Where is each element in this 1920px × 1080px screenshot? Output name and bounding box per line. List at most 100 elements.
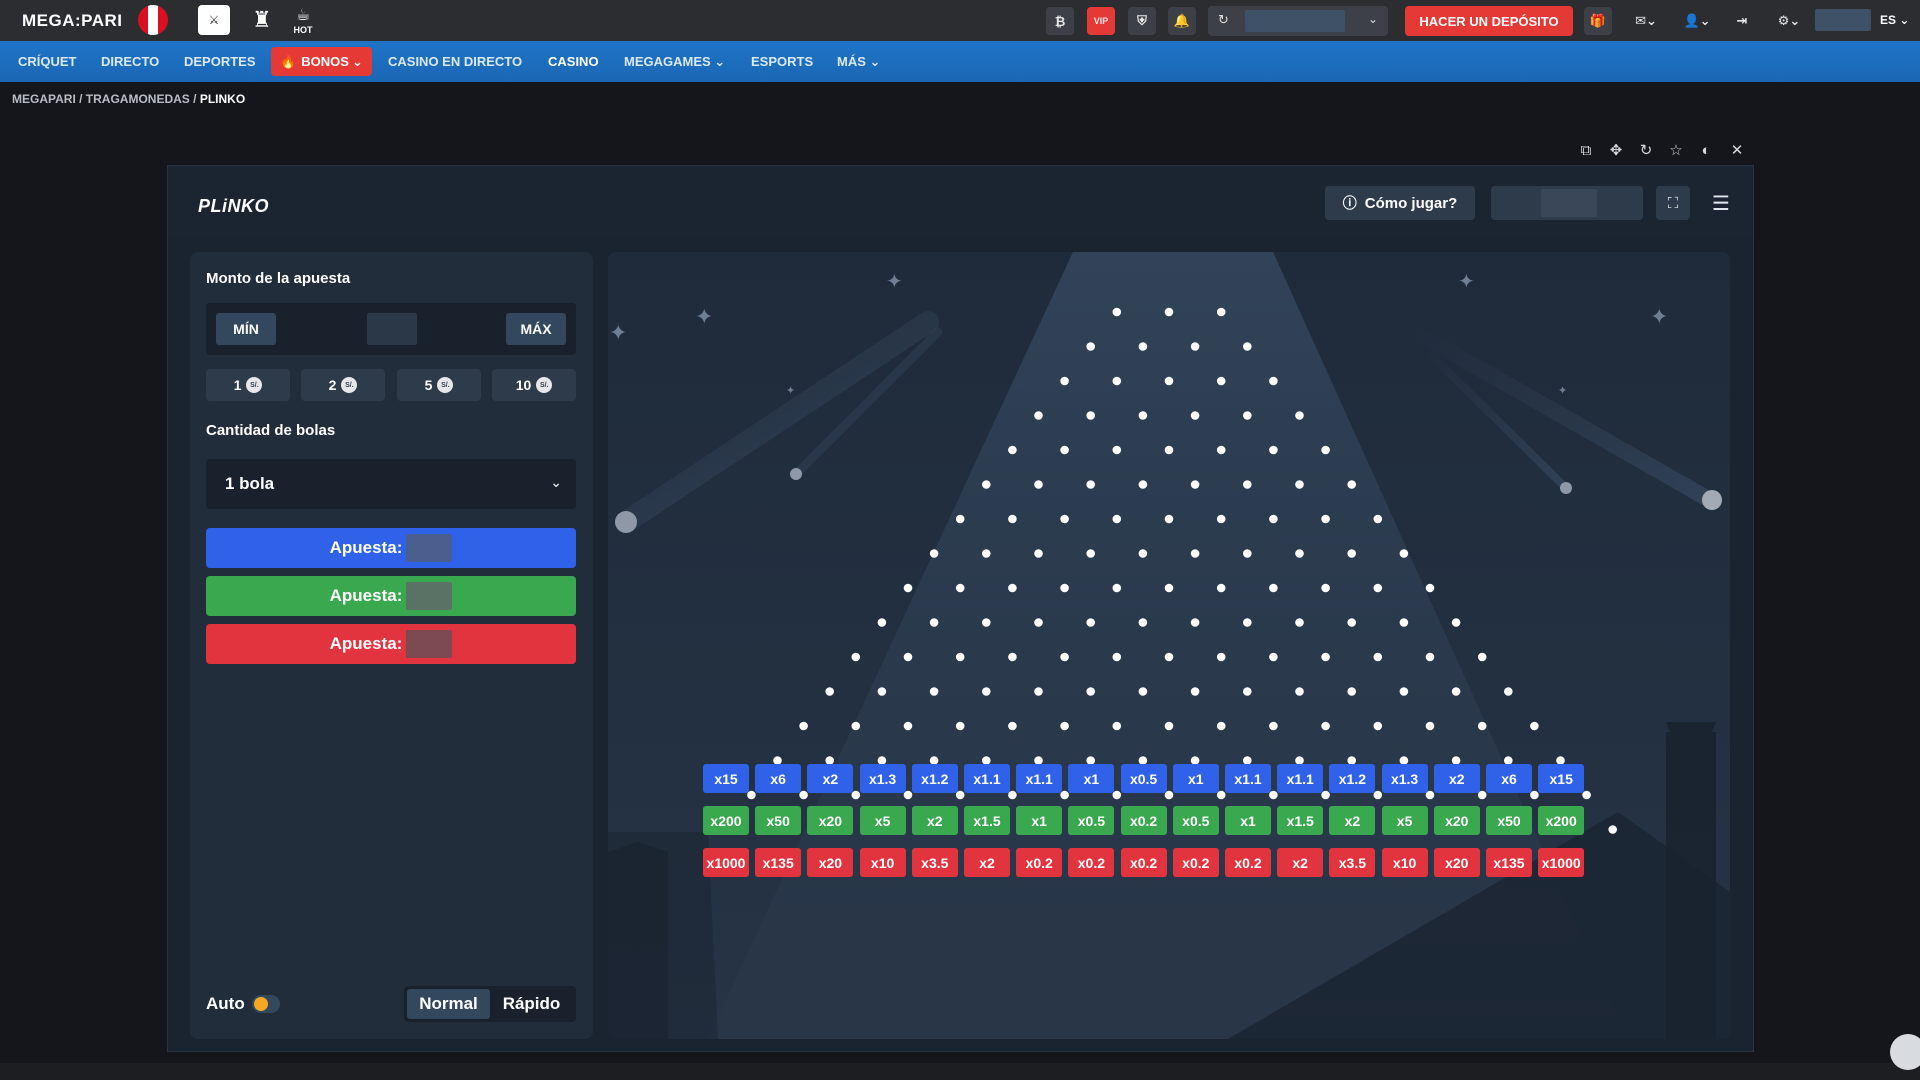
- peg: [1269, 721, 1278, 731]
- multiplier-red: x0.2: [1120, 848, 1167, 877]
- peg: [1347, 480, 1356, 489]
- plinko-logo: PLiNKO: [198, 196, 270, 216]
- peg: [1216, 721, 1226, 731]
- user-icon[interactable]: 👤⌄: [1678, 7, 1716, 35]
- multiplier-blue: x0.5: [1120, 764, 1167, 793]
- move-icon[interactable]: ✥: [1606, 140, 1626, 160]
- dota-icon[interactable]: ⚔: [198, 5, 230, 35]
- breadcrumb: MEGAPARI / TRAGAMONEDAS / PLINKO: [12, 92, 246, 106]
- coin-icon: S/.: [437, 377, 454, 393]
- peg: [1190, 342, 1200, 351]
- peg: [1399, 687, 1409, 696]
- multiplier-green: x50: [755, 806, 802, 835]
- max-button[interactable]: MÁX: [506, 313, 566, 345]
- bell-icon[interactable]: 🔔: [1168, 7, 1196, 35]
- brand-logo[interactable]: MEGA:PARI: [22, 11, 123, 31]
- peg: [1190, 480, 1200, 489]
- logout-icon[interactable]: ⇥: [1728, 7, 1756, 35]
- peg: [1295, 618, 1304, 627]
- nav-esports[interactable]: ESPORTS: [751, 54, 813, 69]
- bet-red-button[interactable]: Apuesta:: [206, 624, 576, 664]
- peg: [1321, 583, 1330, 593]
- svg-text:✦: ✦: [609, 321, 627, 346]
- refresh-icon[interactable]: ↻: [1218, 12, 1229, 28]
- balance-value: [1245, 10, 1345, 32]
- peg: [1347, 549, 1356, 558]
- nav-sports[interactable]: DEPORTES: [184, 54, 256, 69]
- bitcoin-icon[interactable]: ₿: [1046, 7, 1074, 35]
- peg: [1164, 652, 1174, 662]
- cup-icon: ☕: [295, 7, 311, 24]
- toggle-icon[interactable]: ◐: [1696, 140, 1716, 160]
- peg: [1086, 687, 1095, 696]
- multiplier-blue: x1.1: [1225, 764, 1271, 793]
- peg: [1321, 445, 1330, 455]
- speed-normal-button[interactable]: Normal: [407, 989, 490, 1019]
- peru-flag-icon: [138, 5, 168, 35]
- balance-box[interactable]: ↻ ⌄: [1208, 6, 1388, 36]
- multiplier-green: x200: [1538, 806, 1585, 835]
- peg: [1112, 514, 1122, 524]
- breadcrumb-slots[interactable]: TRAGAMONEDAS: [86, 92, 190, 106]
- nav-cricket[interactable]: CRÍQUET: [18, 54, 77, 69]
- auto-toggle[interactable]: [252, 995, 280, 1013]
- peg: [1243, 549, 1252, 558]
- mail-icon[interactable]: ✉⌄: [1627, 7, 1665, 35]
- nav-megagames[interactable]: MEGAGAMES ⌄: [624, 54, 725, 70]
- gift-icon[interactable]: 🎁: [1584, 7, 1612, 35]
- bet-amount-input[interactable]: [367, 313, 417, 345]
- vip-button[interactable]: VIP: [1087, 7, 1115, 35]
- multiplier-red: x0.2: [1172, 848, 1219, 877]
- bet-amount-row: MÍN MÁX: [206, 303, 576, 355]
- deposit-button[interactable]: HACER UN DEPÓSITO: [1405, 6, 1573, 36]
- fullscreen-icon[interactable]: ⛶: [1656, 186, 1690, 220]
- chip-5-button[interactable]: 5 S/.: [397, 369, 481, 401]
- peg: [1138, 618, 1148, 627]
- menu-icon[interactable]: ☰: [1706, 188, 1736, 218]
- speed-fast-button[interactable]: Rápido: [490, 989, 573, 1019]
- nav-live[interactable]: DIRECTO: [101, 54, 159, 69]
- how-to-play-button[interactable]: ⓘ Cómo jugar?: [1325, 186, 1475, 220]
- nav-more[interactable]: MÁS ⌄: [837, 54, 880, 70]
- multiplier-green: x2: [911, 806, 958, 835]
- tower-icon[interactable]: ♜: [246, 5, 278, 35]
- peg: [1190, 687, 1200, 696]
- chip-10-button[interactable]: 10 S/.: [492, 369, 576, 401]
- peg: [1164, 514, 1174, 524]
- reload-icon[interactable]: ↻: [1636, 140, 1656, 160]
- nav-bonus[interactable]: 🔥 BONOS ⌄: [271, 47, 372, 76]
- shield-icon[interactable]: ⛨: [1128, 7, 1156, 35]
- chip-1-button[interactable]: 1 S/.: [206, 369, 290, 401]
- coin-icon: S/.: [536, 377, 553, 393]
- peg: [1008, 583, 1017, 593]
- peg: [1269, 445, 1278, 455]
- nav-live-casino[interactable]: CASINO EN DIRECTO: [388, 54, 522, 69]
- peg: [1321, 514, 1330, 524]
- support-chat-icon[interactable]: [1890, 1034, 1920, 1070]
- language-selector[interactable]: ES ⌄: [1880, 13, 1909, 27]
- bet-green-button[interactable]: Apuesta:: [206, 576, 576, 616]
- peg: [825, 687, 834, 696]
- multiplier-red: x3.5: [911, 848, 958, 877]
- peg: [929, 687, 939, 696]
- bet-blue-label: Apuesta:: [329, 538, 403, 557]
- min-button[interactable]: MÍN: [216, 313, 276, 345]
- hot-icon[interactable]: ☕ HOT: [285, 5, 321, 35]
- star-icon[interactable]: ☆: [1666, 140, 1686, 160]
- external-link-icon[interactable]: ⧉: [1576, 140, 1596, 160]
- peg: [1269, 514, 1278, 524]
- close-icon[interactable]: ✕: [1727, 140, 1747, 160]
- nav-casino[interactable]: CASINO: [548, 54, 599, 69]
- peg: [799, 721, 808, 731]
- peg: [1425, 652, 1435, 662]
- peg: [1504, 687, 1513, 696]
- gear-icon[interactable]: ⚙⌄: [1770, 7, 1808, 35]
- bet-blue-button[interactable]: Apuesta:: [206, 528, 576, 568]
- breadcrumb-home[interactable]: MEGAPARI: [12, 92, 76, 106]
- peg: [877, 687, 887, 696]
- peg: [1112, 583, 1122, 593]
- balls-select[interactable]: 1 bola ⌄: [206, 459, 576, 509]
- game-header: PLiNKO ⓘ Cómo jugar? ⛶ ☰: [168, 166, 1753, 238]
- chip-2-button[interactable]: 2 S/.: [301, 369, 385, 401]
- auto-label: Auto: [206, 994, 245, 1013]
